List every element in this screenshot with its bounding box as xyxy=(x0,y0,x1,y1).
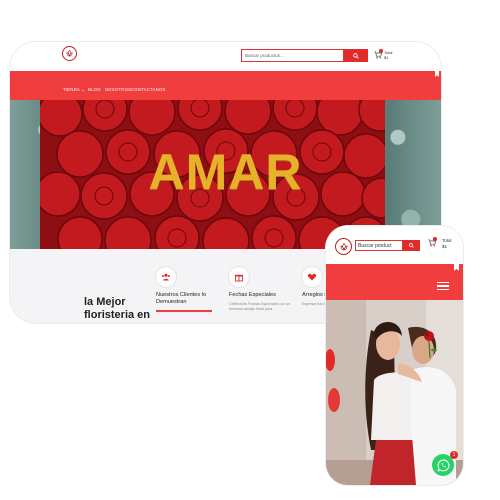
cart-total-value: $1 xyxy=(384,55,389,60)
search-button[interactable] xyxy=(403,240,420,251)
search-input[interactable]: Buscar productos... xyxy=(241,49,344,62)
mobile-header: Buscar product Total $1 xyxy=(326,226,463,264)
mobile-nav-bar xyxy=(326,264,463,300)
cart-count-badge xyxy=(433,237,437,241)
cart-count-badge xyxy=(379,49,383,53)
bookmark-icon xyxy=(435,71,439,77)
heart-icon xyxy=(302,267,322,287)
feature-description: Celebra las Fechas Especiales con un her… xyxy=(229,302,291,311)
search-icon xyxy=(409,243,414,248)
feature-title: Nuestros Clientes lo Demuestran xyxy=(156,292,207,305)
feature-card-clientes: Nuestros Clientes lo Demuestran xyxy=(156,267,224,312)
search-button[interactable] xyxy=(344,49,368,62)
nav-item-blog[interactable]: BLOG xyxy=(88,87,101,92)
section-headline: la Mejor floristeria en xyxy=(84,296,151,321)
feature-title: Fechas Especiales xyxy=(229,292,276,298)
nav-item-tienda[interactable]: TIENDA ⌄ xyxy=(63,87,85,93)
cart-total: Total $1 xyxy=(442,238,452,250)
nav-item-contactanos[interactable]: CONTACTANOS xyxy=(131,87,166,92)
cart-total: Total $1 xyxy=(384,50,392,60)
feature-card-fechas: Fechas Especiales Celebra las Fechas Esp… xyxy=(229,267,297,312)
desktop-nav-bar: TIENDA ⌄ BLOG NOSOTROS CONTACTANOS xyxy=(10,71,441,100)
mobile-mockup: Buscar product Total $1 1 xyxy=(326,226,463,485)
nav-item-nosotros[interactable]: NOSOTROS xyxy=(105,87,131,92)
feature-underline xyxy=(156,310,212,312)
gift-icon xyxy=(229,267,249,287)
cart-total-value: $1 xyxy=(442,244,448,249)
bookmark-icon xyxy=(454,264,459,271)
notification-badge: 1 xyxy=(450,451,458,459)
search-icon xyxy=(353,52,359,59)
desktop-header: Buscar productos... Total $1 xyxy=(10,42,441,71)
flower-logo-icon[interactable] xyxy=(335,238,352,255)
hero-title: AMAR xyxy=(148,144,303,200)
whatsapp-icon xyxy=(437,459,449,471)
search-input[interactable]: Buscar product xyxy=(355,240,403,251)
flower-logo-icon[interactable] xyxy=(62,46,77,61)
people-icon xyxy=(156,267,176,287)
hamburger-menu-icon[interactable] xyxy=(437,282,449,290)
